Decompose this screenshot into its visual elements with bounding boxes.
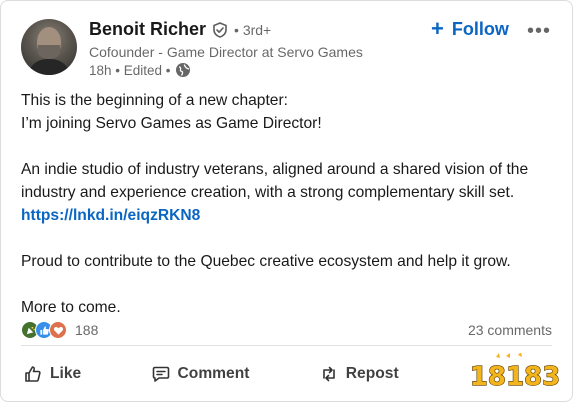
- verified-shield-icon: [212, 21, 228, 38]
- like-button[interactable]: Like: [9, 353, 95, 395]
- watermark-text: 18183: [470, 362, 560, 392]
- post-card: Benoit Richer • 3rd+ Cofounder - Game Di…: [0, 0, 573, 402]
- post-paragraph: An indie studio of industry veterans, al…: [21, 161, 529, 201]
- post-paragraph: Proud to contribute to the Quebec creati…: [21, 253, 511, 270]
- post-body: This is the beginning of a new chapter: …: [21, 89, 558, 319]
- reaction-count: 188: [75, 322, 99, 338]
- repost-button[interactable]: Repost: [305, 353, 413, 395]
- like-label: Like: [50, 365, 82, 382]
- repost-label: Repost: [345, 365, 399, 382]
- reactions-summary[interactable]: 188: [21, 321, 98, 339]
- post-header: Benoit Richer • 3rd+ Cofounder - Game Di…: [21, 17, 556, 79]
- social-counts: 188 23 comments: [21, 319, 552, 341]
- love-icon: [49, 321, 67, 339]
- watermark-logo: 18183: [469, 353, 561, 393]
- divider: [21, 345, 552, 346]
- plus-icon: +: [431, 16, 444, 41]
- connection-degree: • 3rd+: [234, 21, 272, 38]
- post-timestamp: 18h • Edited •: [89, 62, 171, 78]
- post-paragraph: More to come.: [21, 299, 121, 316]
- thumbs-up-icon: [25, 366, 41, 382]
- post-line: I’m joining Servo Games as Game Director…: [21, 115, 322, 132]
- avatar[interactable]: [21, 19, 77, 75]
- comments-count[interactable]: 23 comments: [468, 322, 552, 338]
- author-headline: Cofounder - Game Director at Servo Games: [89, 44, 363, 60]
- post-link[interactable]: https://lnkd.in/eiqzRKN8: [21, 207, 200, 224]
- follow-button[interactable]: + Follow: [431, 17, 509, 41]
- post-line: This is the beginning of a new chapter:: [21, 92, 288, 109]
- post-meta: 18h • Edited •: [89, 62, 191, 78]
- comment-icon: [152, 366, 169, 382]
- repost-icon: [322, 366, 335, 382]
- author-name[interactable]: Benoit Richer: [89, 19, 206, 40]
- globe-icon: [175, 62, 191, 78]
- follow-label: Follow: [451, 18, 509, 39]
- author-name-row: Benoit Richer • 3rd+: [89, 19, 271, 40]
- comment-button[interactable]: Comment: [137, 353, 264, 395]
- ellipsis-icon[interactable]: •••: [527, 21, 551, 41]
- comment-label: Comment: [177, 365, 250, 382]
